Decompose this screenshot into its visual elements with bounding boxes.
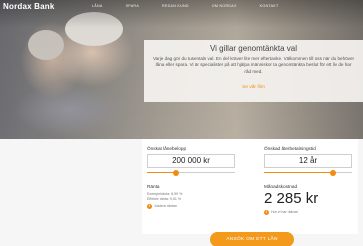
hero-card: Vi gillar genomtänkta val Varje dag gör … — [144, 40, 363, 102]
loan-amount-slider-fill — [147, 172, 177, 173]
term-slider[interactable] — [264, 169, 352, 176]
term-label: Önskad återbetalningstid — [264, 146, 316, 151]
nav-item-kontakt[interactable]: KONTAKT — [260, 4, 279, 8]
apply-loan-button[interactable]: ANSÖK OM ETT LÅN — [210, 232, 294, 246]
watch-film-link[interactable]: Se vår film — [242, 85, 265, 90]
rate-label: Ränta — [147, 184, 160, 189]
effective-rate: Effektiv ränta: 9,51 % — [147, 197, 182, 201]
loan-amount-input[interactable]: 200 000 kr — [147, 154, 235, 168]
nav-item-om-nordax[interactable]: OM NORDAX — [212, 4, 237, 8]
logo[interactable]: Nordax Bank — [3, 2, 55, 11]
monthly-cost-value: 2 285 kr — [264, 190, 319, 207]
info-icon[interactable]: i — [264, 210, 269, 215]
term-input[interactable]: 12 år — [264, 154, 352, 168]
nav-item-lana[interactable]: LÅNA — [92, 4, 103, 8]
hero-body: Varje dag gör du tusentals val. En del k… — [152, 56, 355, 74]
nav-item-spara[interactable]: SPARA — [126, 4, 139, 8]
loan-amount-slider-handle[interactable] — [173, 169, 180, 176]
nav-menu: LÅNA SPARA REDAN KUND OM NORDAX KONTAKT — [92, 4, 301, 8]
adjust-rate-link[interactable]: Justera räntan — [154, 204, 177, 209]
term-slider-handle[interactable] — [329, 169, 336, 176]
top-nav: Nordax Bank LÅNA SPARA REDAN KUND OM NOR… — [0, 0, 363, 14]
info-icon[interactable]: i — [147, 204, 152, 209]
how-calculated-link[interactable]: Hur vi har räknat — [271, 210, 298, 215]
monthly-cost-label: Månadskostnad — [264, 184, 298, 189]
nav-item-redan-kund[interactable]: REDAN KUND — [162, 4, 189, 8]
loan-amount-slider[interactable] — [147, 169, 235, 176]
loan-amount-label: Önskat lånebelopp — [147, 146, 187, 151]
term-slider-fill — [264, 172, 333, 173]
loan-calculator: Önskat lånebelopp 200 000 kr Ränta Exemp… — [0, 139, 363, 246]
hero-title: Vi gillar genomtänkta val — [209, 44, 297, 53]
calculator-panel: Önskat lånebelopp 200 000 kr Ränta Exemp… — [142, 139, 358, 234]
